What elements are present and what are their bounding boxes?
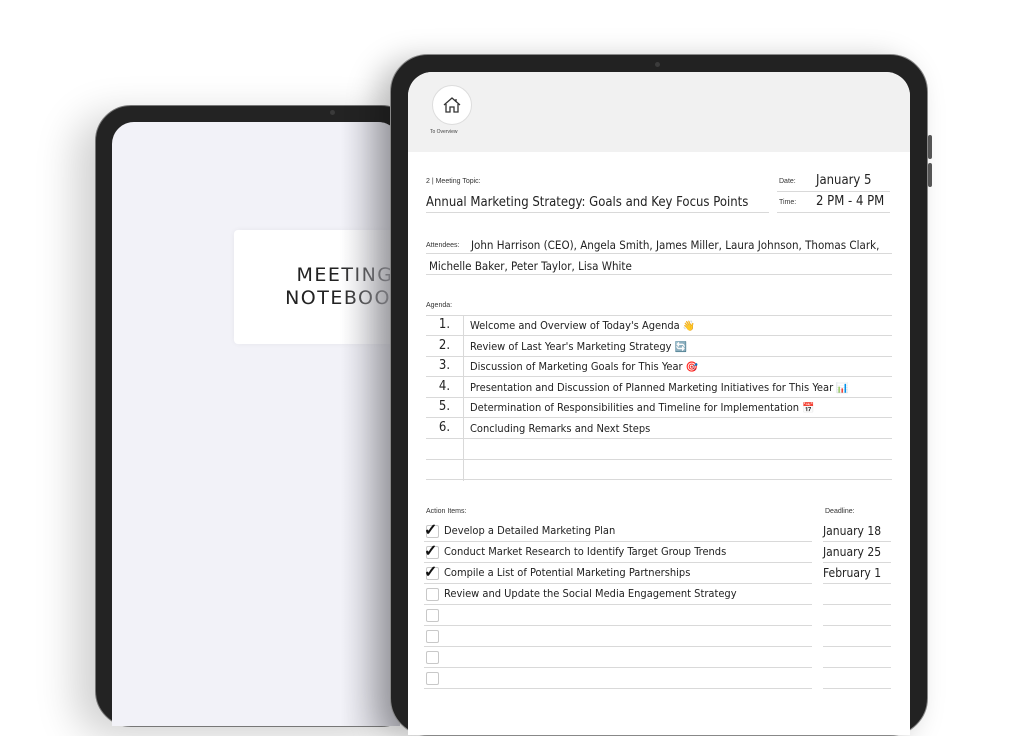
- agenda-item-number: 5.: [438, 399, 451, 415]
- agenda-item-label: Discussion of Marketing Goals for This Y…: [470, 360, 683, 374]
- agenda-item-label: Concluding Remarks and Next Steps: [470, 422, 651, 435]
- cover-title: MEETING NOTEBOOK: [285, 264, 400, 309]
- agenda-item[interactable]: [426, 460, 892, 481]
- agenda-item[interactable]: 6. Concluding Remarks and Next Steps: [426, 419, 892, 439]
- agenda-item-number: 3.: [438, 358, 451, 374]
- action-item-checkbox[interactable]: [426, 672, 439, 685]
- action-item-text[interactable]: Review and Update the Social Media Engag…: [444, 587, 737, 600]
- action-item: [424, 647, 894, 668]
- agenda-item-text: Concluding Remarks and Next Steps: [470, 422, 650, 435]
- action-item: Review and Update the Social Media Engag…: [424, 584, 894, 605]
- agenda-item-emoji-icon: 📊: [836, 382, 849, 394]
- topic-underline: [426, 212, 769, 213]
- checkmark-icon: ✓: [424, 522, 438, 539]
- home-icon: [443, 97, 461, 113]
- agenda-item-label: Welcome and Overview of Today's Agenda: [470, 319, 680, 332]
- agenda-item-emoji-icon: 📅: [802, 403, 815, 415]
- action-item-text[interactable]: Develop a Detailed Marketing Plan: [444, 524, 615, 537]
- deadline-label: Deadline:: [825, 508, 855, 515]
- agenda-row-line: [426, 479, 892, 481]
- agenda-item[interactable]: 1. Welcome and Overview of Today's Agenda…: [426, 316, 892, 336]
- action-item-text[interactable]: Conduct Market Research to Identify Targ…: [444, 545, 726, 558]
- time-underline: [777, 212, 890, 213]
- top-bar: To Overview: [408, 72, 910, 152]
- agenda-item-text: Review of Last Year's Marketing Strategy…: [470, 340, 687, 353]
- action-item-deadline[interactable]: February 1: [823, 566, 881, 580]
- to-overview-button[interactable]: [432, 85, 472, 125]
- topic-label: 2 | Meeting Topic:: [426, 178, 481, 185]
- action-item-deadline[interactable]: January 25: [823, 545, 881, 559]
- action-item: ✓ Develop a Detailed Marketing Plan Januar…: [424, 521, 894, 542]
- meeting-date[interactable]: January 5: [816, 173, 872, 188]
- checkmark-icon: ✓: [424, 543, 438, 560]
- agenda-item-text: Presentation and Discussion of Planned M…: [470, 381, 849, 394]
- agenda-label: Agenda:: [426, 302, 453, 309]
- action-items-label: Action Items:: [426, 508, 467, 515]
- meeting-time[interactable]: 2 PM - 4 PM: [816, 194, 884, 209]
- cover-card: MEETING NOTEBOOK: [234, 230, 400, 344]
- attendees-underline-2: [426, 274, 892, 275]
- front-tablet: To Overview 2 | Meeting Topic: Annual Ma…: [390, 54, 932, 736]
- action-item-deadline[interactable]: January 18: [823, 524, 881, 538]
- action-item: [424, 605, 894, 626]
- agenda-item[interactable]: [426, 440, 892, 460]
- action-item-checkbox[interactable]: [426, 609, 439, 622]
- cover-screen: MEETING NOTEBOOK: [112, 122, 400, 726]
- to-overview-label: To Overview: [430, 129, 458, 135]
- agenda-item-label: Presentation and Discussion of Planned M…: [470, 380, 834, 394]
- camera-dot: [330, 110, 335, 115]
- checkmark-icon: ✓: [424, 564, 438, 581]
- agenda-item-text: Discussion of Marketing Goals for This Y…: [470, 360, 698, 373]
- date-label: Date:: [779, 178, 796, 185]
- agenda-item-label: Determination of Responsibilities and Ti…: [470, 401, 800, 415]
- time-label: Time:: [779, 199, 797, 206]
- agenda-item-emoji-icon: 🎯: [685, 362, 699, 374]
- action-item-checkbox[interactable]: [426, 588, 439, 601]
- deadline-row-line: [823, 688, 891, 689]
- agenda-item-label: Review of Last Year's Marketing Strategy: [470, 339, 672, 353]
- volume-up-button: [928, 135, 932, 159]
- action-row-line: [424, 688, 812, 689]
- agenda-item[interactable]: 5. Determination of Responsibilities and …: [426, 398, 892, 419]
- agenda-item[interactable]: 4. Presentation and Discussion of Planned…: [426, 378, 892, 398]
- volume-down-button: [928, 163, 932, 187]
- agenda-item[interactable]: 2. Review of Last Year's Marketing Strate…: [426, 337, 892, 357]
- action-item: [424, 668, 894, 689]
- action-item: ✓ Compile a List of Potential Marketing P…: [424, 563, 894, 584]
- back-tablet: MEETING NOTEBOOK: [95, 105, 417, 727]
- agenda-item-number: 4.: [438, 378, 451, 394]
- agenda-item-emoji-icon: 🔄: [674, 341, 688, 353]
- date-underline: [777, 191, 890, 192]
- action-item-text[interactable]: Compile a List of Potential Marketing Pa…: [444, 566, 690, 579]
- agenda-item-text: Welcome and Overview of Today's Agenda 👋: [470, 319, 695, 332]
- meeting-topic[interactable]: Annual Marketing Strategy: Goals and Key…: [426, 195, 748, 210]
- camera-dot: [655, 62, 660, 67]
- action-item: ✓ Conduct Market Research to Identify Tar…: [424, 542, 894, 563]
- attendees-line-1[interactable]: John Harrison (CEO), Angela Smith, James…: [471, 238, 879, 252]
- action-item-checkbox[interactable]: [426, 630, 439, 643]
- action-item: [424, 626, 894, 647]
- agenda-item-number: 2.: [438, 337, 451, 353]
- agenda-item-number: 6.: [438, 420, 451, 435]
- action-item-checkbox[interactable]: [426, 651, 439, 664]
- agenda-item-number: 1.: [438, 317, 451, 332]
- attendees-label: Attendees:: [426, 242, 460, 249]
- attendees-underline-1: [426, 253, 892, 254]
- agenda-item-emoji-icon: 👋: [682, 321, 696, 332]
- agenda-item-text: Determination of Responsibilities and Ti…: [470, 401, 815, 414]
- agenda-item[interactable]: 3. Discussion of Marketing Goals for This…: [426, 357, 892, 378]
- notebook-page: To Overview 2 | Meeting Topic: Annual Ma…: [408, 72, 910, 735]
- attendees-line-2[interactable]: Michelle Baker, Peter Taylor, Lisa White: [429, 259, 632, 273]
